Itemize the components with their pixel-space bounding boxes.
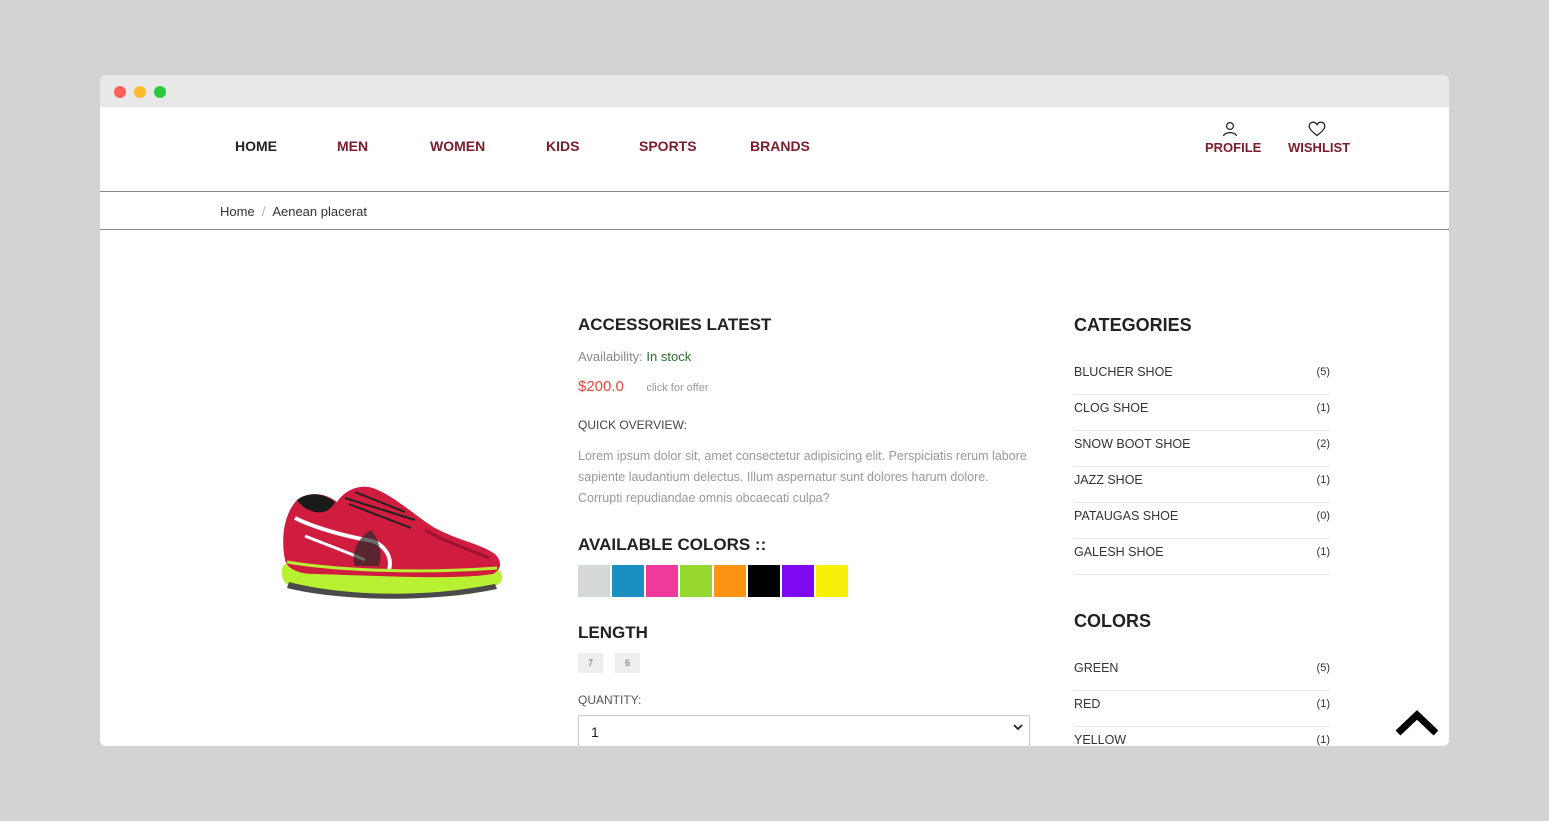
offer-link[interactable]: click for offer [646,382,708,394]
category-label: PATAUGAS SHOE [1074,509,1179,523]
product-details: ACCESSORIES LATEST Availability: In stoc… [578,315,1030,746]
color-filter-item[interactable]: GREEN (5) [1074,655,1330,691]
color-swatch[interactable] [578,565,610,597]
nav-kids[interactable]: KIDS [546,138,579,154]
breadcrumb-bar: Home / Aenean placerat [100,193,1449,230]
product-image-shoe [281,486,503,599]
color-swatch[interactable] [680,565,712,597]
available-colors-heading: AVAILABLE COLORS :: [578,535,767,554]
category-label: CLOG SHOE [1074,401,1149,415]
nav-men[interactable]: MEN [337,138,368,154]
color-filter-label: GREEN [1074,661,1119,675]
color-filter-count: (1) [1316,698,1330,710]
size-option[interactable]: 7 [578,653,603,673]
color-swatch[interactable] [714,565,746,597]
color-filter-count: (5) [1316,662,1330,674]
category-item[interactable]: GALESH SHOE (1) [1074,539,1330,575]
category-label: GALESH SHOE [1074,545,1164,559]
colors-heading: COLORS [1074,611,1152,631]
nav-women[interactable]: WOMEN [430,138,485,154]
heart-icon [1308,121,1326,137]
product-price: $200.0 [578,378,624,395]
categories-list: BLUCHER SHOE (5) CLOG SHOE (1) SNOW BOOT S… [1074,359,1330,575]
profile-label: PROFILE [1205,140,1262,155]
category-count: (2) [1316,438,1330,450]
category-item[interactable]: SNOW BOOT SHOE (2) [1074,431,1330,467]
main-navbar: HOME MEN WOMEN KIDS SPORTS BRANDS PROFIL… [100,107,1449,192]
category-label: BLUCHER SHOE [1074,365,1173,379]
size-option[interactable]: 6 [615,653,640,673]
color-filter-count: (1) [1316,734,1330,746]
size-options: 7 6 [578,653,1030,673]
length-heading: LENGTH [578,623,648,642]
nav-brands[interactable]: BRANDS [750,138,810,154]
color-filter-item[interactable]: RED (1) [1074,691,1330,727]
availability: Availability: In stock [578,349,1030,364]
quantity-label: QUANTITY: [578,693,642,707]
category-count: (5) [1316,366,1330,378]
category-item[interactable]: JAZZ SHOE (1) [1074,467,1330,503]
category-count: (1) [1316,474,1330,486]
wishlist-link[interactable]: WISHLIST [1288,121,1350,155]
sidebar: CATEGORIES BLUCHER SHOE (5) CLOG SHOE (1) … [1074,315,1330,746]
scroll-to-top-icon[interactable] [1394,709,1440,737]
stock-status: In stock [646,349,692,364]
category-count: (0) [1316,510,1330,522]
overview-label: QUICK OVERVIEW: [578,418,687,432]
color-filter-label: YELLOW [1074,733,1127,746]
color-swatch[interactable] [782,565,814,597]
category-count: (1) [1316,546,1330,558]
price-row: $200.0 click for offer [578,378,1030,396]
category-count: (1) [1316,402,1330,414]
category-label: SNOW BOOT SHOE [1074,437,1191,451]
quantity-value: 1 [591,724,599,740]
categories-heading: CATEGORIES [1074,315,1192,335]
profile-link[interactable]: PROFILE [1205,121,1261,155]
breadcrumb: Home / Aenean placerat [220,204,367,219]
category-label: JAZZ SHOE [1074,473,1143,487]
quantity-select[interactable]: 1 [578,715,1030,746]
availability-label: Availability: [578,349,643,364]
category-item[interactable]: PATAUGAS SHOE (0) [1074,503,1330,539]
color-swatches [578,565,1030,597]
breadcrumb-separator: / [261,204,266,219]
product-title: ACCESSORIES LATEST [578,315,772,334]
color-swatch[interactable] [748,565,780,597]
wishlist-label: WISHLIST [1288,140,1351,155]
user-icon [1222,121,1238,137]
color-filter-item[interactable]: YELLOW (1) [1074,727,1330,746]
close-window-button[interactable] [114,86,126,98]
window-titlebar [100,75,1449,107]
breadcrumb-current: Aenean placerat [272,204,367,219]
nav-home[interactable]: HOME [235,138,277,154]
color-swatch[interactable] [816,565,848,597]
maximize-window-button[interactable] [154,86,166,98]
colors-list: GREEN (5) RED (1) YELLOW (1) [1074,655,1330,746]
breadcrumb-home[interactable]: Home [220,204,255,219]
browser-window: HOME MEN WOMEN KIDS SPORTS BRANDS PROFIL… [100,75,1449,746]
color-swatch[interactable] [612,565,644,597]
category-item[interactable]: CLOG SHOE (1) [1074,395,1330,431]
color-swatch[interactable] [646,565,678,597]
minimize-window-button[interactable] [134,86,146,98]
color-filter-label: RED [1074,697,1101,711]
chevron-down-icon [1011,720,1025,737]
overview-text: Lorem ipsum dolor sit, amet consectetur … [578,449,1027,505]
nav-sports[interactable]: SPORTS [639,138,697,154]
category-item[interactable]: BLUCHER SHOE (5) [1074,359,1330,395]
